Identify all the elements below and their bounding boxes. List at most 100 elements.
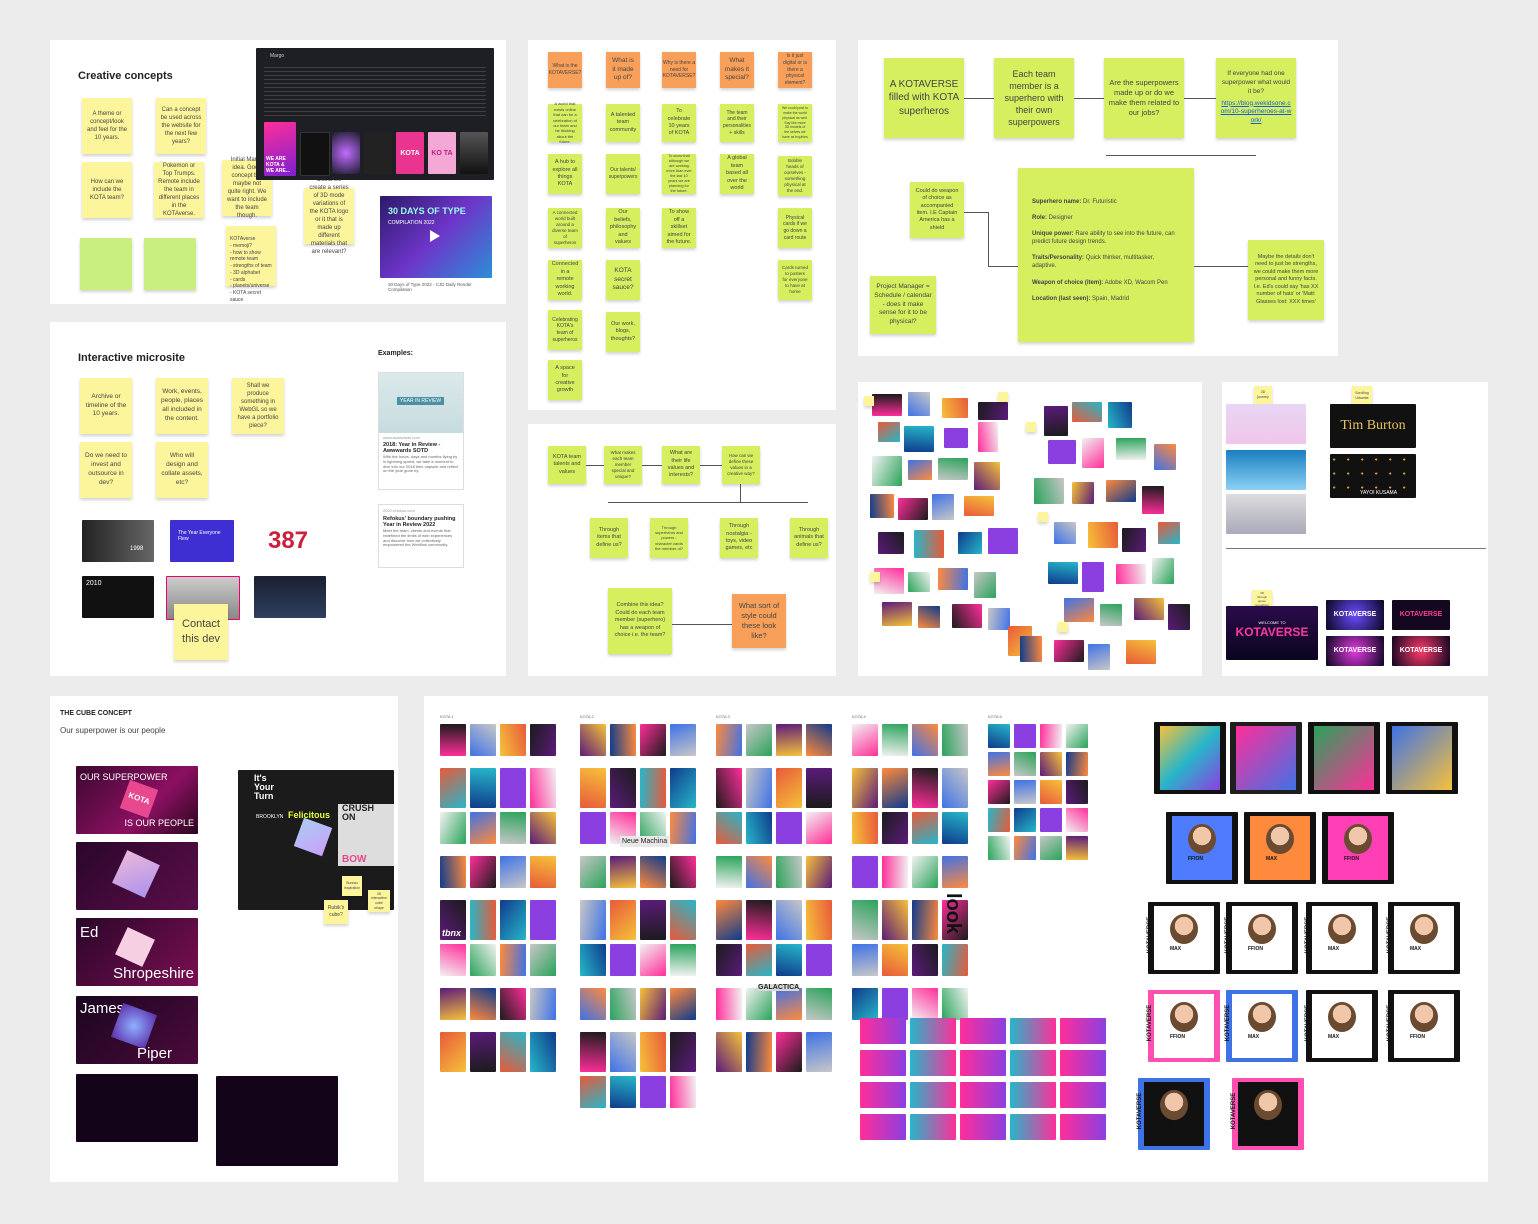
sticky-note[interactable]: Contact this dev	[174, 604, 228, 660]
moodboard-image[interactable]	[1158, 522, 1180, 544]
site-thumb[interactable]	[254, 576, 326, 618]
moodboard-image[interactable]	[1064, 598, 1094, 622]
sticky-note[interactable]: Is it just digital or is there a physica…	[778, 52, 812, 88]
moodboard-image[interactable]	[904, 426, 934, 452]
ref-image[interactable]	[1226, 494, 1306, 534]
flow-step[interactable]: How can we define these values in a crea…	[722, 446, 760, 484]
moodboard-image[interactable]	[898, 498, 928, 520]
sticky-note[interactable]: 3D journey	[1254, 386, 1272, 404]
moodboard-image[interactable]	[1044, 406, 1068, 436]
moodboard-image[interactable]	[870, 494, 894, 518]
moodboard-image[interactable]	[1126, 640, 1156, 664]
sticky-note[interactable]: We could post to make the world physical…	[778, 104, 812, 142]
sticky-note[interactable]: Maybe the details don't need to just be …	[1248, 240, 1324, 320]
moodboard-image[interactable]	[1048, 440, 1076, 464]
sticky-note[interactable]: What makes it special?	[720, 52, 754, 88]
sticky-note[interactable]: A world that exists online that can be a…	[548, 101, 582, 144]
moodboard-image[interactable]	[1034, 478, 1064, 504]
moodboard-image[interactable]	[1142, 486, 1164, 514]
tiny-sticky-note[interactable]	[864, 396, 874, 406]
sticky-note[interactable]: Our beliefs, philosophy and values	[606, 208, 640, 248]
frame-cube-concept[interactable]: THE CUBE CONCEPT Our superpower is our p…	[50, 696, 398, 1182]
sticky-note[interactable]: 3D interactive cube shape	[368, 890, 390, 912]
flow-step[interactable]: Through animals that define us?	[790, 518, 828, 558]
video-embed[interactable]: 30 DAYS OF TYPE COMPILATION 2022	[380, 196, 492, 278]
example-card[interactable]: YEAR IN REVIEW www.awwwards.com 2018: Ye…	[378, 372, 464, 490]
site-thumb[interactable]: 387	[252, 520, 324, 562]
moodboard-image[interactable]	[1116, 564, 1146, 584]
sticky-note[interactable]: A hub to explore all things KOTA	[548, 154, 582, 194]
sticky-note[interactable]: A global team based all over the world	[720, 154, 754, 194]
tiny-sticky-note[interactable]	[1038, 512, 1048, 522]
moodboard-image[interactable]	[1072, 402, 1102, 422]
moodboard-image[interactable]	[1082, 438, 1104, 468]
sticky-note[interactable]: Scrolling Urbanite	[1352, 386, 1372, 406]
ref-image-yayoi[interactable]: YAYOI KUSAMA	[1330, 454, 1416, 498]
flow-step[interactable]: KOTA team talents and values	[548, 446, 586, 484]
sticky-note[interactable]: Our work, blogs, thoughts?	[606, 312, 640, 352]
moodboard-image[interactable]	[988, 528, 1018, 554]
dark-post-panel[interactable]: Margo WE ARE KOTA & WE ARE... KOTA KO TA	[256, 48, 494, 180]
moodboard-image[interactable]	[942, 398, 968, 418]
sticky-note[interactable]: Celebrating KOTA's team of superheros	[548, 310, 582, 350]
flow-step[interactable]: Through items that define us?	[590, 518, 628, 558]
play-icon[interactable]	[430, 230, 440, 242]
kotaverse-variant[interactable]: KOTAVERSE	[1392, 600, 1450, 630]
frame-interactive-microsite[interactable]: Interactive microsite Archive or timelin…	[50, 322, 506, 676]
sticky-note[interactable]: To celebrate 10 years of KOTA	[662, 104, 696, 142]
moodboard-image[interactable]	[1152, 558, 1174, 584]
moodboard-image[interactable]	[918, 606, 940, 628]
moodboard-image[interactable]	[938, 458, 968, 480]
example-title[interactable]: Refokus' boundary pushing Year in Review…	[379, 516, 463, 528]
moodboard-image[interactable]	[1054, 522, 1076, 544]
cube-card[interactable]	[76, 1074, 198, 1142]
sticky-note[interactable]: KOTAverse - memoji? - how to show remote…	[226, 226, 276, 303]
character-card[interactable]: MAX KOTAVERSE	[1387, 902, 1460, 974]
moodboard-image[interactable]	[878, 532, 904, 554]
frame-references[interactable]: 3D journey Scrolling Urbanite Tim Burton…	[1222, 382, 1488, 676]
example-title[interactable]: 2018: Year in Review - Awwwards SOTD	[379, 442, 463, 454]
character-card[interactable]: MAX KOTAVERSE	[1305, 902, 1378, 974]
character-card[interactable]: FFION KOTAVERSE	[1225, 902, 1298, 974]
moodboard-image[interactable]	[1048, 562, 1078, 584]
sticky-note[interactable]: Our talents/ superpowers	[606, 154, 640, 194]
sticky-note[interactable]: A connected world built around a diverse…	[548, 208, 582, 248]
moodboard-image[interactable]	[1088, 522, 1118, 548]
character-card[interactable]: FFION	[1166, 812, 1238, 884]
moodboard-image[interactable]	[952, 604, 982, 628]
moodboard-image[interactable]	[908, 460, 932, 480]
moodboard-image[interactable]	[1154, 444, 1176, 470]
sticky-note[interactable]: A KOTAVERSE filled with KOTA superheros	[884, 58, 964, 138]
sticky-note[interactable]: What is it made up of?	[606, 52, 640, 88]
moodboard-image[interactable]	[1082, 562, 1104, 592]
cube-card[interactable]	[76, 842, 198, 910]
ref-image[interactable]	[1226, 450, 1306, 490]
flow-step[interactable]: Combine this idea? Could do each team me…	[608, 588, 672, 654]
moodboard-image[interactable]	[1100, 604, 1122, 626]
moodboard-image[interactable]	[914, 530, 944, 558]
sticky-note[interactable]: A space for creative growth	[548, 360, 582, 400]
cube-card[interactable]: Ed Shropeshire	[76, 918, 198, 986]
moodboard-image[interactable]	[1134, 598, 1164, 620]
sticky-note[interactable]: Each team member is a superhero with the…	[994, 58, 1074, 138]
frame-poster-moodboard[interactable]: KOTA 1 KOTA 2 KOTA 3 KOTA 4 KOTA 5 Neue …	[424, 696, 1488, 1182]
moodboard-image[interactable]	[1106, 480, 1136, 502]
frame-flow[interactable]: KOTA team talents and values What makes …	[528, 424, 836, 676]
sticky-note[interactable]: A theme or concept/look and feel for the…	[82, 98, 132, 154]
sticky-note[interactable]: Archive or timeline of the 10 years.	[80, 378, 132, 434]
character-card[interactable]	[1308, 722, 1380, 794]
moodboard-image[interactable]	[1020, 636, 1042, 662]
sticky-note[interactable]: Cards turned to posters for everyone to …	[778, 260, 812, 300]
sticky-note[interactable]: Bureau Inspiration	[342, 876, 362, 896]
sticky-note[interactable]: Could do weapon of choice as accompanied…	[910, 182, 964, 238]
site-thumb[interactable]: 1998	[82, 520, 154, 562]
superhero-profile-card[interactable]: Superhero name: Dr. Futuristic Role: Des…	[1018, 168, 1194, 342]
character-card[interactable]	[1386, 722, 1458, 794]
cube-card[interactable]: OUR SUPERPOWER KOTA IS OUR PEOPLE	[76, 766, 198, 834]
site-thumb[interactable]: 2010	[82, 576, 154, 618]
character-card[interactable]	[1230, 722, 1302, 794]
character-card[interactable]: FFION	[1322, 812, 1394, 884]
character-card[interactable]: FFION KOTAVERSE	[1147, 990, 1220, 1062]
note-link[interactable]: https://blog.wekidsone.com/10-superheroe…	[1220, 100, 1292, 126]
moodboard-image[interactable]	[1054, 640, 1084, 662]
